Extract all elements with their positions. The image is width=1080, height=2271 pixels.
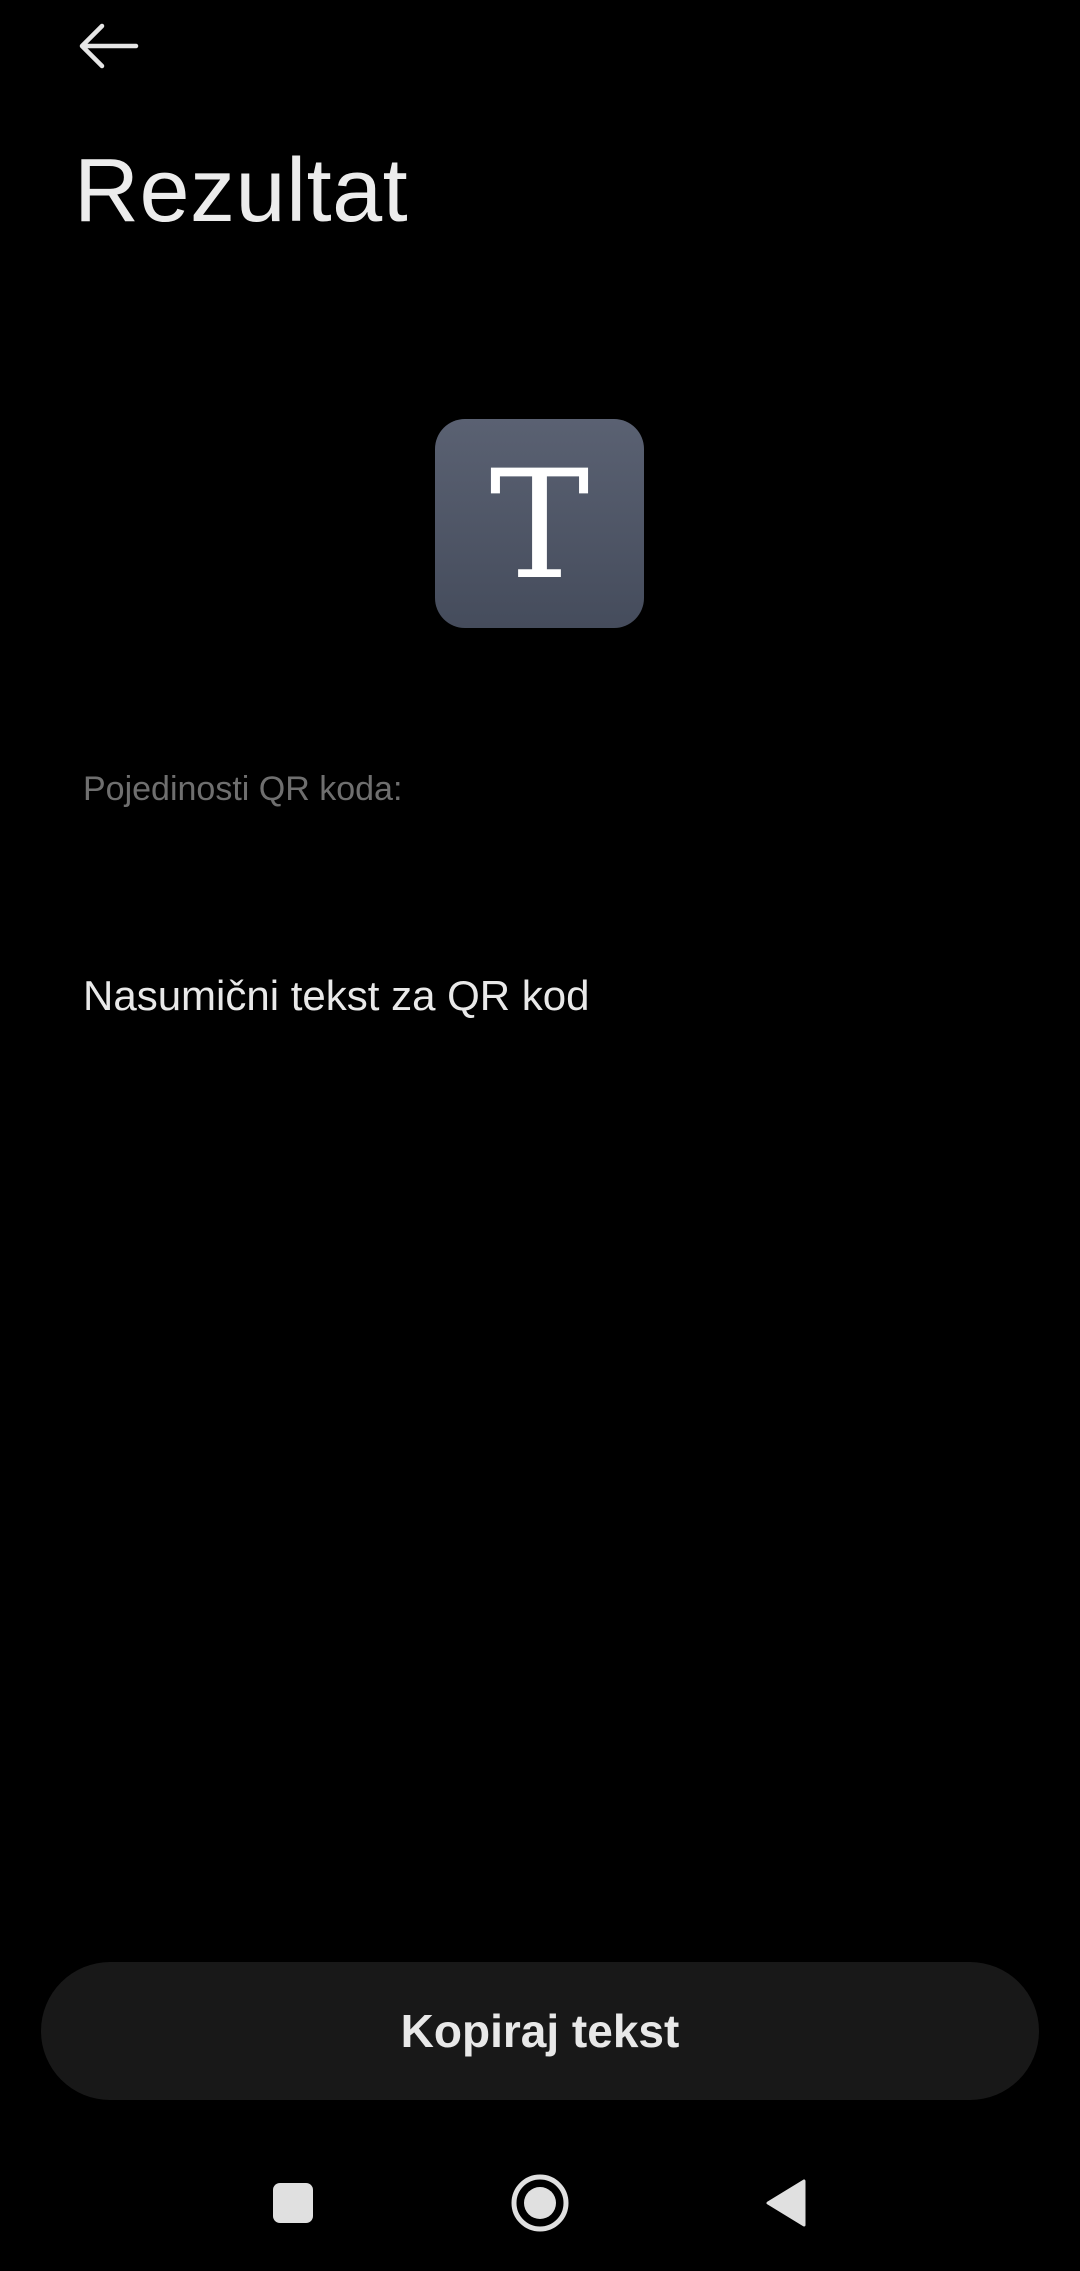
arrow-left-icon [76, 22, 140, 75]
page-title: Rezultat [74, 141, 409, 241]
back-button[interactable] [60, 8, 156, 88]
copy-text-button-label: Kopiraj tekst [400, 2005, 680, 2057]
home-button[interactable] [485, 2150, 595, 2260]
square-icon [271, 2181, 315, 2230]
type-icon-letter: T [489, 438, 590, 613]
text-type-icon: T [435, 419, 644, 628]
circle-icon [510, 2173, 570, 2238]
system-nav-bar [0, 2150, 1080, 2260]
triangle-back-icon [762, 2177, 808, 2234]
details-label: Pojedinosti QR koda: [83, 770, 403, 808]
recents-button[interactable] [238, 2150, 348, 2260]
copy-text-button[interactable]: Kopiraj tekst [41, 1962, 1039, 2100]
details-value: Nasumični tekst za QR kod [83, 972, 590, 1019]
system-back-button[interactable] [730, 2150, 840, 2260]
